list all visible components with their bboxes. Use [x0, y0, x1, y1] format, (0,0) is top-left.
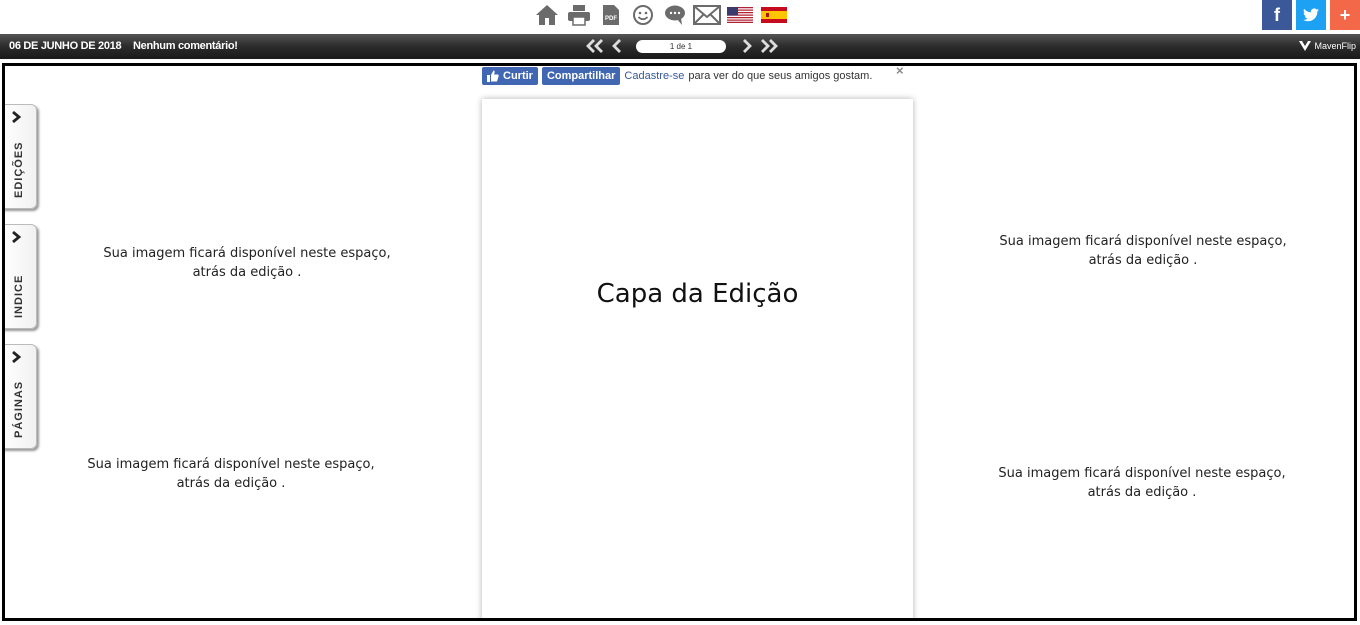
pdf-icon: PDF — [603, 5, 619, 25]
facebook-like-button[interactable]: Curtir — [482, 67, 538, 85]
comments-icon — [665, 5, 685, 25]
home-icon — [536, 5, 558, 25]
tab-indice-label: INDICE — [13, 274, 25, 318]
first-page-button[interactable] — [584, 37, 606, 55]
publication-date: 06 DE JUNHO DE 2018 — [9, 40, 122, 52]
mavenflip-logo[interactable]: MavenFlip — [1298, 40, 1356, 52]
placeholder-bottom-right: Sua imagem ficará disponível neste espaç… — [977, 464, 1307, 502]
placeholder-top-right: Sua imagem ficará disponível neste espaç… — [978, 232, 1308, 270]
email-button[interactable] — [691, 2, 723, 28]
tab-paginas-label: PÁGINAS — [13, 380, 25, 438]
top-toolbar: PDF f + — [0, 0, 1360, 34]
share-label: Compartilhar — [546, 70, 616, 82]
home-button[interactable] — [531, 2, 563, 28]
pdf-label: PDF — [605, 16, 617, 22]
tab-indice[interactable]: INDICE — [5, 224, 37, 329]
es-flag-icon — [761, 7, 787, 23]
facebook-icon: f — [1274, 4, 1280, 25]
rate-button[interactable] — [627, 2, 659, 28]
previous-page-button[interactable] — [606, 37, 628, 55]
mail-icon — [693, 5, 721, 25]
facebook-signup-link[interactable]: Cadastre-se — [624, 70, 684, 82]
pdf-button[interactable]: PDF — [595, 2, 627, 28]
last-page-button[interactable] — [758, 37, 780, 55]
edition-cover-page[interactable]: Capa da Edição — [482, 99, 913, 618]
placeholder-line: Sua imagem ficará disponível neste espaç… — [999, 234, 1287, 249]
flipbook-viewer: Curtir Compartilhar Cadastre-se para ver… — [2, 63, 1357, 621]
tab-paginas[interactable]: PÁGINAS — [5, 344, 37, 449]
placeholder-line: Sua imagem ficará disponível neste espaç… — [87, 457, 375, 472]
placeholder-line: Sua imagem ficará disponível neste espaç… — [998, 466, 1286, 481]
facebook-share-page-button[interactable]: Compartilhar — [541, 67, 621, 85]
facebook-signup-text: para ver do que seus amigos gostam. — [688, 70, 873, 82]
double-chevron-left-icon — [586, 39, 603, 53]
page-number-field[interactable]: 1 de 1 — [636, 39, 726, 53]
facebook-share-button[interactable]: f — [1262, 0, 1292, 30]
chevron-left-icon — [612, 39, 621, 53]
comments-link[interactable]: Nenhum comentário! — [133, 40, 238, 52]
placeholder-line: atrás da edição . — [1087, 485, 1197, 500]
english-flag-button[interactable] — [727, 7, 753, 23]
placeholder-top-left: Sua imagem ficará disponível neste espaç… — [82, 244, 412, 282]
tab-edicoes[interactable]: EDIÇÕES — [5, 104, 37, 209]
twitter-share-button[interactable] — [1296, 0, 1326, 30]
brand-name: MavenFlip — [1314, 41, 1356, 51]
comments-button[interactable] — [659, 2, 691, 28]
spanish-flag-button[interactable] — [761, 7, 787, 23]
twitter-icon — [1303, 8, 1319, 22]
like-label: Curtir — [503, 70, 533, 82]
print-button[interactable] — [563, 2, 595, 28]
smiley-icon — [633, 5, 653, 25]
placeholder-line: atrás da edição . — [176, 476, 286, 491]
placeholder-bottom-left: Sua imagem ficará disponível neste espaç… — [66, 455, 396, 493]
placeholder-line: atrás da edição . — [1088, 253, 1198, 268]
facebook-like-bar: Curtir Compartilhar Cadastre-se para ver… — [482, 66, 904, 86]
placeholder-line: Sua imagem ficará disponível neste espaç… — [103, 246, 391, 261]
next-page-button[interactable] — [736, 37, 758, 55]
placeholder-line: atrás da edição . — [192, 265, 302, 280]
navigation-bar: 06 DE JUNHO DE 2018 Nenhum comentário! 1… — [0, 34, 1360, 59]
thumbs-up-icon — [487, 70, 499, 82]
mavenflip-logo-icon — [1299, 41, 1312, 51]
plus-icon: + — [1339, 4, 1351, 25]
more-share-button[interactable]: + — [1330, 0, 1360, 30]
chevron-right-icon — [743, 39, 752, 53]
tool-icons: PDF — [531, 2, 791, 28]
page-title: Capa da Edição — [596, 279, 799, 309]
double-chevron-right-icon — [761, 39, 778, 53]
page-navigator: 1 de 1 — [584, 37, 780, 55]
close-facebook-bar-button[interactable]: × — [896, 66, 904, 78]
us-flag-icon — [727, 7, 753, 23]
social-buttons: f + — [1258, 0, 1360, 30]
tab-edicoes-label: EDIÇÕES — [13, 141, 25, 198]
print-icon — [568, 5, 590, 26]
